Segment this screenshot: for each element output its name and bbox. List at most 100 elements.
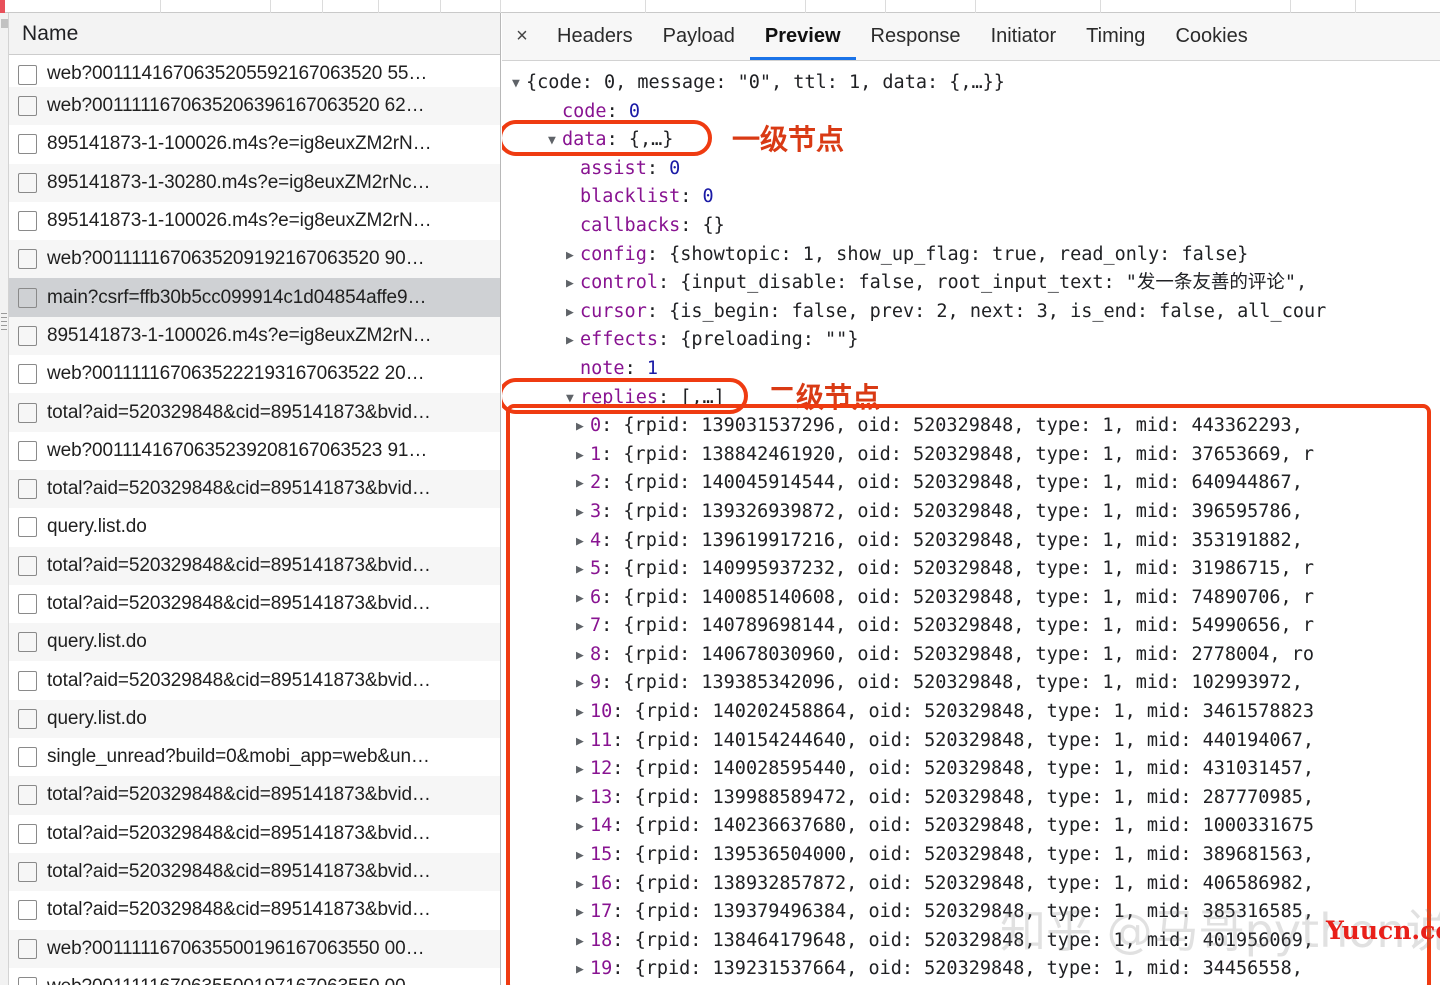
json-line-data[interactable]: data: {,…} [512,126,1440,155]
json-root-line[interactable]: {code: 0, message: "0", ttl: 1, data: {,… [512,69,1440,98]
chevron-right-icon[interactable] [576,728,590,757]
request-row[interactable]: total?aid=520329848&cid=895141873&bvid… [9,546,500,585]
row-checkbox-icon[interactable] [18,96,37,117]
chevron-right-icon[interactable] [566,299,580,328]
json-line-code[interactable]: code: 0 [512,98,1440,127]
json-array-item[interactable]: 3: {rpid: 139326939872, oid: 520329848, … [512,498,1440,527]
tab-preview[interactable]: Preview [749,13,856,60]
request-row[interactable]: main?csrf=ffb30b5cc099914c1d04854affe9… [9,278,500,317]
json-array-item[interactable]: 8: {rpid: 140678030960, oid: 520329848, … [512,641,1440,670]
json-array-item[interactable]: 10: {rpid: 140202458864, oid: 520329848,… [512,698,1440,727]
request-row[interactable]: query.list.do [9,508,500,547]
row-checkbox-icon[interactable] [18,364,37,385]
json-line-control[interactable]: control: {input_disable: false, root_inp… [512,269,1440,298]
chevron-down-icon[interactable] [512,70,526,99]
tab-headers[interactable]: Headers [542,13,648,60]
chevron-right-icon[interactable] [576,470,590,499]
json-array-item[interactable]: 5: {rpid: 140995937232, oid: 520329848, … [512,555,1440,584]
request-row[interactable]: 895141873-1-100026.m4s?e=ig8euxZM2rN… [9,316,500,356]
request-row[interactable]: web?0011111670635206396167063520 62… [9,87,500,126]
request-row[interactable]: web?0011141670635239208167063523 91… [9,431,500,470]
row-checkbox-icon[interactable] [18,172,37,193]
chevron-right-icon[interactable] [576,899,590,928]
chevron-right-icon[interactable] [576,699,590,728]
chevron-right-icon[interactable] [576,670,590,699]
row-checkbox-icon[interactable] [18,747,37,768]
json-preview-tree[interactable]: {code: 0, message: "0", ttl: 1, data: {,… [502,61,1440,984]
row-checkbox-icon[interactable] [18,325,37,346]
request-row[interactable]: single_unread?build=0&mobi_app=web&un… [9,738,500,777]
json-array-item[interactable]: 18: {rpid: 138464179648, oid: 520329848,… [512,927,1440,956]
chevron-right-icon[interactable] [566,270,580,299]
tab-timing[interactable]: Timing [1071,13,1160,60]
json-array-item[interactable]: 13: {rpid: 139988589472, oid: 520329848,… [512,784,1440,813]
request-row[interactable]: web?0011111670635500197167063550 00… [9,967,500,985]
row-checkbox-icon[interactable] [18,900,37,921]
chevron-right-icon[interactable] [576,813,590,842]
request-row[interactable]: total?aid=520329848&cid=895141873&bvid… [9,776,500,815]
column-header-name[interactable]: Name [9,22,78,46]
request-row[interactable]: total?aid=520329848&cid=895141873&bvid… [9,393,500,432]
row-checkbox-icon[interactable] [18,670,37,691]
json-line-blacklist[interactable]: blacklist: 0 [512,183,1440,212]
chevron-right-icon[interactable] [576,956,590,985]
json-array-item[interactable]: 14: {rpid: 140236637680, oid: 520329848,… [512,812,1440,841]
chevron-right-icon[interactable] [576,499,590,528]
row-checkbox-icon[interactable] [18,594,37,614]
request-row[interactable]: web?0011111670635500196167063550 00… [9,929,500,968]
json-line-cursor[interactable]: cursor: {is_begin: false, prev: 2, next:… [512,298,1440,327]
request-row[interactable]: 895141873-1-100026.m4s?e=ig8euxZM2rN… [9,125,500,164]
request-row[interactable]: total?aid=520329848&cid=895141873&bvid… [9,891,500,930]
chevron-right-icon[interactable] [576,528,590,557]
chevron-right-icon[interactable] [566,242,580,271]
row-checkbox-icon[interactable] [18,287,37,308]
chevron-right-icon[interactable] [576,442,590,471]
tab-initiator[interactable]: Initiator [976,13,1072,60]
chevron-down-icon[interactable] [566,385,580,414]
chevron-right-icon[interactable] [576,556,590,585]
panel-resize-rail[interactable] [0,13,9,985]
chevron-right-icon[interactable] [576,413,590,442]
row-checkbox-icon[interactable] [18,249,37,270]
json-array-item[interactable]: 11: {rpid: 140154244640, oid: 520329848,… [512,727,1440,756]
json-line-replies[interactable]: replies: [,…] [512,384,1440,413]
chevron-right-icon[interactable] [566,327,580,356]
json-array-item[interactable]: 17: {rpid: 139379496384, oid: 520329848,… [512,898,1440,927]
row-checkbox-icon[interactable] [18,211,37,232]
tab-payload[interactable]: Payload [648,13,750,60]
row-checkbox-icon[interactable] [18,823,37,844]
chevron-right-icon[interactable] [576,642,590,671]
row-checkbox-icon[interactable] [18,862,37,883]
json-array-item[interactable]: 9: {rpid: 139385342096, oid: 520329848, … [512,669,1440,698]
json-line-callbacks[interactable]: callbacks: {} [512,212,1440,241]
request-row[interactable]: total?aid=520329848&cid=895141873&bvid… [9,814,500,853]
request-row[interactable]: web?0011111670635222193167063522 20… [9,355,500,394]
json-line-assist[interactable]: assist: 0 [512,155,1440,184]
request-row[interactable]: web?0011141670635205592167063520 55… [9,56,500,87]
json-array-item[interactable]: 6: {rpid: 140085140608, oid: 520329848, … [512,584,1440,613]
json-line-config[interactable]: config: {showtopic: 1, show_up_flag: tru… [512,241,1440,270]
row-checkbox-icon[interactable] [18,708,37,729]
row-checkbox-icon[interactable] [18,632,37,653]
chevron-right-icon[interactable] [576,842,590,871]
row-checkbox-icon[interactable] [18,479,37,500]
json-array-item[interactable]: 0: {rpid: 139031537296, oid: 520329848, … [512,412,1440,441]
json-array-item[interactable]: 19: {rpid: 139231537664, oid: 520329848,… [512,955,1440,984]
json-array-item[interactable]: 4: {rpid: 139619917216, oid: 520329848, … [512,527,1440,556]
chevron-down-icon[interactable] [548,127,562,156]
json-array-item[interactable]: 2: {rpid: 140045914544, oid: 520329848, … [512,469,1440,498]
request-row[interactable]: 895141873-1-100026.m4s?e=ig8euxZM2rN… [9,201,500,241]
request-row[interactable]: query.list.do [9,699,500,739]
row-checkbox-icon[interactable] [18,440,37,461]
json-array-item[interactable]: 12: {rpid: 140028595440, oid: 520329848,… [512,755,1440,784]
request-row[interactable]: 895141873-1-30280.m4s?e=ig8euxZM2rNc… [9,163,500,202]
tab-cookies[interactable]: Cookies [1160,13,1262,60]
row-checkbox-icon[interactable] [18,976,37,985]
chevron-right-icon[interactable] [576,871,590,900]
rail-grip-icon[interactable] [1,313,7,337]
row-checkbox-icon[interactable] [18,938,37,959]
json-line-note[interactable]: note: 1 [512,355,1440,384]
request-row[interactable]: query.list.do [9,623,500,662]
chevron-right-icon[interactable] [576,585,590,614]
chevron-right-icon[interactable] [576,785,590,814]
